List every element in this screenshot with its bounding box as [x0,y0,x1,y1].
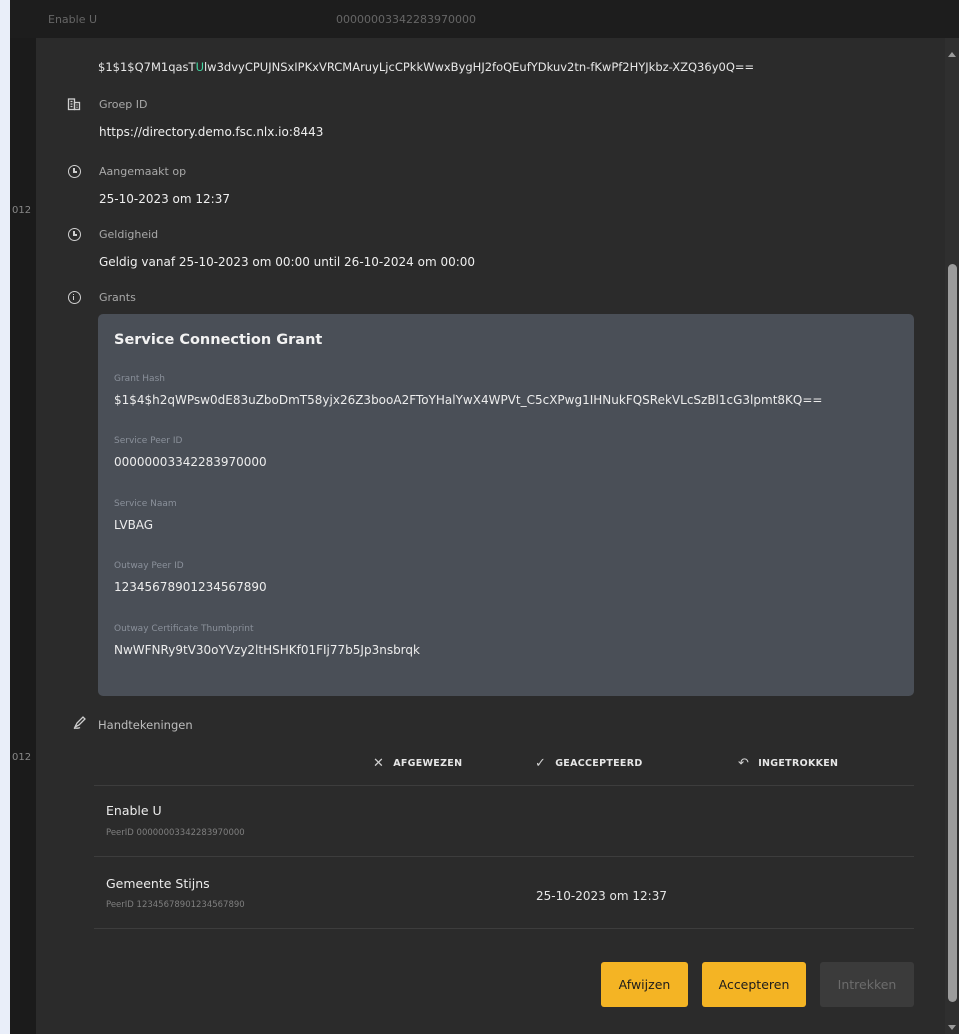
created-at-label: Aangemaakt op [99,165,187,178]
signatures-label: Handtekeningen [98,718,193,732]
group-id-value: https://directory.demo.fsc.nlx.io:8443 [99,125,324,139]
accepted-column-header: ✓ GEACCEPTEERD [535,756,643,771]
validity-label: Geldigheid [99,228,159,241]
contract-hash: $1$1$Q7M1qasTUlw3dvyCPUJNSxIPKxVRCMAruyL… [98,60,755,74]
clock-icon [66,164,82,180]
service-name-label: Service Naam [114,499,177,509]
revoke-button[interactable]: Intrekken [820,962,914,1007]
scroll-down-arrow-icon[interactable] [948,1025,956,1030]
background-peer-name: Enable U [48,13,98,26]
background-table-strip: 012 012 [10,0,36,1034]
signature-peer-name: Enable U [106,803,162,818]
signature-peer-id: PeerID 12345678901234567890 [106,900,245,910]
service-peer-id-field: Service Peer ID 00000003342283970000 [114,436,267,469]
background-peer-id: 00000003342283970000 [336,13,476,26]
outway-cert-thumbprint-label: Outway Certificate Thumbprint [114,624,254,634]
divider [94,856,914,857]
group-id-label: Groep ID [99,98,148,111]
grants-label: Grants [99,291,136,304]
background-table-row: Enable U 00000003342283970000 [10,0,959,38]
outway-peer-id-field: Outway Peer ID 12345678901234567890 [114,561,267,594]
grant-card: Service Connection Grant Grant Hash $1$4… [98,314,914,696]
service-peer-id-label: Service Peer ID [114,436,183,446]
divider [94,928,914,929]
info-icon [66,290,82,306]
signature-peer-id: PeerID 00000003342283970000 [106,828,245,838]
outway-peer-id-label: Outway Peer ID [114,561,184,571]
revoked-column-header: ↶ INGETROKKEN [738,756,839,771]
created-at-value: 25-10-2023 om 12:37 [99,192,230,206]
scroll-up-arrow-icon[interactable] [948,52,956,57]
background-row-number: 012 [12,752,32,763]
check-icon: ✓ [535,756,547,771]
divider [94,785,914,786]
validity-value: Geldig vanaf 25-10-2023 om 00:00 until 2… [99,255,476,269]
signature-accepted-date: 25-10-2023 om 12:37 [536,889,667,903]
contract-detail-drawer: $1$1$Q7M1qasTUlw3dvyCPUJNSxIPKxVRCMAruyL… [36,38,959,1034]
signature-icon [72,714,90,732]
reject-button[interactable]: Afwijzen [601,962,688,1007]
grant-hash-value: $1$4$h2qWPsw0dE83uZboDmT58yjx26Z3booA2FT… [114,393,823,407]
outway-cert-thumbprint-field: Outway Certificate Thumbprint NwWFNRy9tV… [114,624,420,657]
scrollbar-thumb[interactable] [948,264,957,1002]
accept-button[interactable]: Accepteren [702,962,806,1007]
x-icon: ✕ [373,756,385,771]
scrollbar[interactable] [945,38,959,1034]
outway-peer-id-value: 12345678901234567890 [114,580,267,594]
building-icon [66,97,82,113]
undo-icon: ↶ [738,756,750,771]
service-peer-id-value: 00000003342283970000 [114,455,267,469]
service-name-field: Service Naam LVBAG [114,499,177,532]
background-row-number: 012 [12,205,32,216]
grant-hash-label: Grant Hash [114,374,165,384]
outway-cert-thumbprint-value: NwWFNRy9tV30oYVzy2ltHSHKf01FIj77b5Jp3nsb… [114,643,420,657]
signature-peer-name: Gemeente Stijns [106,876,210,891]
rejected-column-header: ✕ AFGEWEZEN [373,756,463,771]
grant-hash-field: Grant Hash $1$4$h2qWPsw0dE83uZboDmT58yjx… [114,374,822,407]
service-name-value: LVBAG [114,518,154,532]
grant-title: Service Connection Grant [114,332,323,348]
clock-icon [66,227,82,243]
